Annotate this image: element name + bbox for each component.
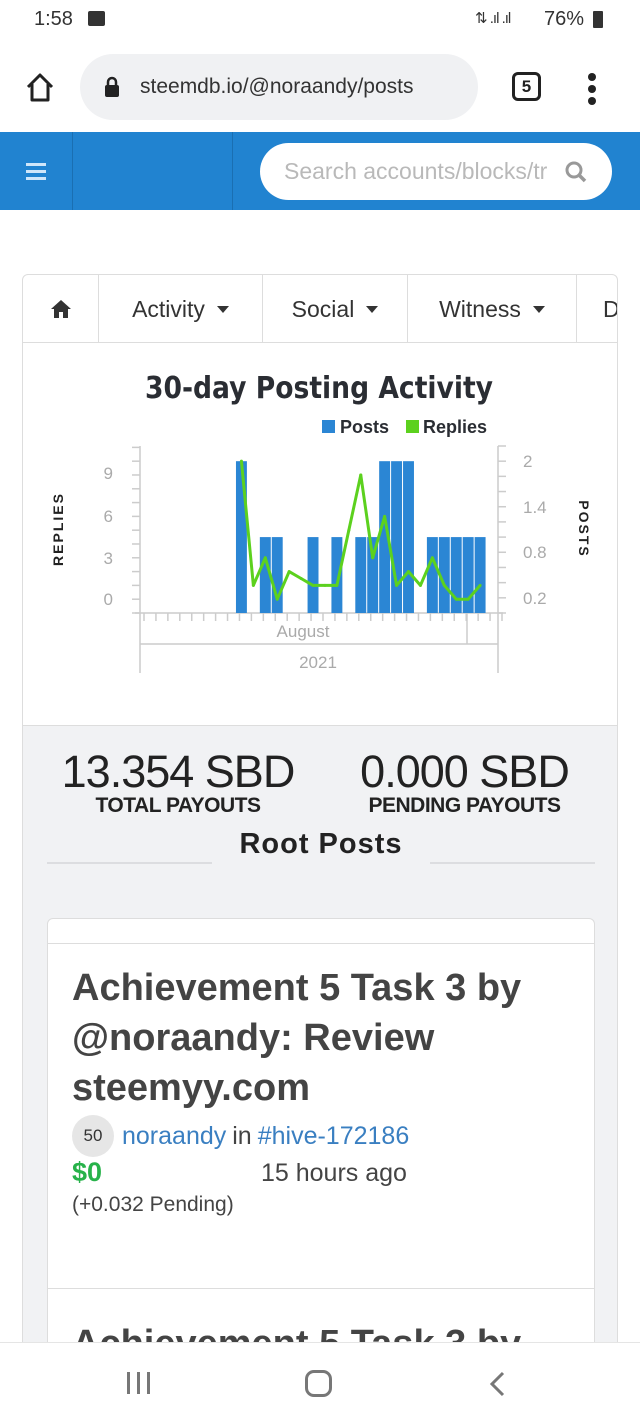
search-icon[interactable] [564,160,588,184]
replies-point [407,570,410,574]
post-payout: $0 [72,1157,103,1187]
legend-replies-swatch [406,420,419,433]
replies-point [263,556,267,560]
status-bar: 1:58 ⇅ .ıl .ıl 76% [0,0,640,40]
community-link[interactable]: #hive-172186 [258,1122,410,1151]
replies-point [442,583,446,587]
replies-point [478,583,482,587]
right-tick-label: 1.4 [523,498,547,517]
x-year-label: 2021 [299,653,337,672]
replies-point [371,556,375,560]
site-header: Search accounts/blocks/tr [0,132,640,210]
replies-point [299,576,303,580]
replies-point [323,583,327,587]
battery-level: 76% [544,8,585,30]
legend-posts-swatch [322,420,335,433]
posting-activity-chart: 30-day Posting Activity Posts Replies RE… [50,371,592,673]
replies-point [430,556,434,560]
tab-switcher-button[interactable]: 5 [512,72,541,101]
legend-replies[interactable]: Replies [423,417,487,437]
replies-point [454,597,458,601]
legend-posts[interactable]: Posts [340,417,389,437]
post-item: Achievement 5 Task 3 by @noraandy: Revie… [72,963,572,1217]
payouts-section: 13.354 SBD TOTAL PAYOUTS 0.000 SBD PENDI… [23,725,617,1421]
in-text: in [232,1121,252,1150]
signal-icon: ⇅ .ıl .ıl [475,10,511,27]
divider [47,862,212,864]
left-tick-label: 3 [104,549,113,568]
home-icon[interactable] [24,71,56,103]
search-input[interactable]: Search accounts/blocks/tr [260,143,612,200]
more-menu-icon[interactable] [588,73,598,105]
url-text: steemdb.io/@noraandy/posts [140,75,414,98]
right-tick-label: 0.2 [523,589,547,608]
menu-button[interactable] [0,132,73,210]
replies-point [395,583,399,587]
left-tick-label: 0 [104,590,113,609]
section-title: Root Posts [239,828,403,860]
total-payouts-value: 13.354 SBD [61,746,296,797]
image-notification-icon [88,11,105,26]
pending-payouts: 0.000 SBD PENDING PAYOUTS [327,746,602,818]
replies-point [251,583,255,587]
post-payout-row: $0 15 hours ago [72,1157,572,1193]
pending-payouts-value: 0.000 SBD [360,746,570,797]
recent-apps-button[interactable] [127,1372,150,1394]
posts-bar [307,537,319,613]
header-spacer [73,132,233,210]
replies-point [383,514,387,518]
right-tick-label: 2 [523,452,532,471]
left-tick-label: 6 [104,507,113,526]
hamburger-icon [26,163,46,180]
post-title[interactable]: Achievement 5 Task 3 by @noraandy: Revie… [72,963,572,1113]
posts-bar [474,537,486,613]
post-pending: (+0.032 Pending) [72,1193,234,1216]
right-axis-label: POSTS [576,500,592,557]
right-tick-label: 0.8 [523,543,547,562]
back-button[interactable] [488,1371,506,1397]
posts-bar [426,537,438,613]
home-button[interactable] [305,1370,332,1397]
browser-toolbar: steemdb.io/@noraandy/posts 5 [0,40,640,132]
total-payouts: 13.354 SBD TOTAL PAYOUTS [48,746,308,818]
pending-payouts-label: PENDING PAYOUTS [368,794,561,817]
posts-bar [391,461,403,613]
replies-point [418,583,422,587]
post-meta: 50 noraandy in #hive-172186 [72,1115,572,1157]
posts-bar [355,537,367,613]
clock: 1:58 [34,8,73,30]
system-nav-bar [0,1342,640,1422]
posts-bar [331,537,343,613]
post-time: 15 hours ago [261,1159,407,1187]
posts-bar [450,537,462,613]
replies-point [335,583,339,587]
account-card: Activity Social Witness Dat 30-day Posti… [22,274,618,1422]
posts-bar [462,537,474,613]
x-month-label: August [277,622,330,641]
replies-point [347,528,351,532]
posts-bar [235,461,247,613]
replies-point [275,597,279,601]
post-list-header [48,919,594,944]
posts-bar [271,537,283,613]
replies-point [466,597,470,601]
replies-point [311,583,315,587]
author-link[interactable]: noraandy [122,1122,226,1151]
reputation-badge: 50 [72,1115,114,1157]
address-bar[interactable]: steemdb.io/@noraandy/posts [80,54,478,120]
battery-icon [593,11,603,28]
chart-title: 30-day Posting Activity [145,371,493,406]
replies-point [287,570,291,574]
left-tick-label: 9 [104,464,113,483]
divider [48,1288,594,1289]
divider [430,862,595,864]
lock-icon [105,76,119,97]
search-placeholder: Search accounts/blocks/tr [284,158,548,184]
left-axis-label: REPLIES [50,492,66,566]
posts-bar [403,461,414,613]
replies-point [359,473,363,477]
replies-point [239,459,243,463]
